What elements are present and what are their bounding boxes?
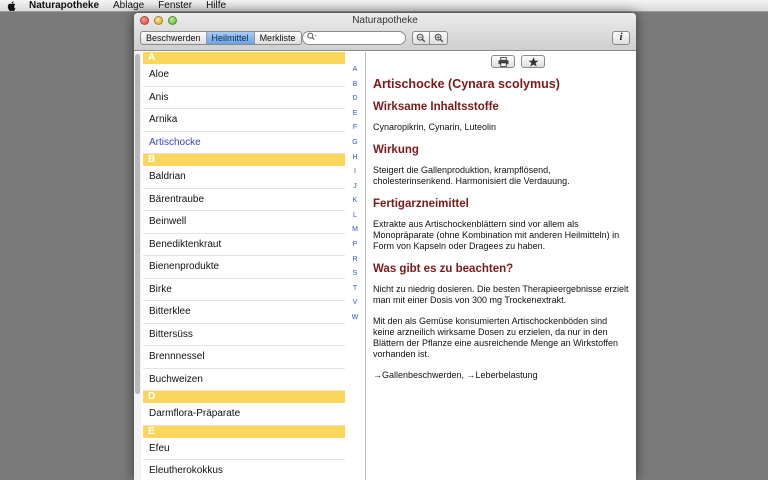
list-item[interactable]: Brennnessel [143,346,345,369]
list-item[interactable]: Bittersüss [143,324,345,346]
alphabet-index-letter[interactable]: G [349,139,361,146]
title-bar: Naturapotheke Beschwerden Heilmittel Mer… [134,13,636,51]
alphabet-index-letter[interactable]: V [349,299,361,306]
list-item[interactable]: Birke [143,279,345,301]
printer-icon [498,56,508,67]
alphabet-index-letter[interactable]: T [349,285,361,292]
alphabet-index-letter[interactable]: D [349,95,361,102]
list-scrollbar-thumb[interactable] [135,54,140,394]
list-item[interactable]: Benediktenkraut [143,234,345,256]
alphabet-index-letter[interactable]: K [349,197,361,204]
alphabet-index-letter[interactable]: L [349,212,361,219]
section-heading-inhaltsstoffe: Wirksame Inhaltsstoffe [373,101,499,113]
list-item[interactable]: Baldrian [143,166,345,189]
list-item[interactable]: Aloe [143,64,345,87]
alphabet-index-letter[interactable]: H [349,154,361,161]
alphabet-index-letter[interactable]: B [349,81,361,88]
list-item[interactable]: Eleutherokokkus [143,460,345,480]
list-item[interactable]: Beinwell [143,211,345,234]
alphabet-index-letter[interactable]: J [349,183,361,190]
section-header: D [143,391,345,403]
alphabet-index-letter[interactable]: A [349,66,361,73]
detail-content: Artischocke (Cynara scolymus) Wirksame I… [373,76,629,389]
list-item[interactable]: Bitterklee [143,301,345,324]
list-item[interactable]: Anis [143,87,345,109]
list-item[interactable]: Bärentraube [143,189,345,211]
menu-bar: Naturapotheke Ablage Fenster Hilfe [0,0,768,12]
list-item[interactable]: Darmflora-Präparate [143,403,345,426]
remedy-title: Artischocke (Cynara scolymus) [373,77,560,91]
app-window: Naturapotheke Beschwerden Heilmittel Mer… [134,13,636,480]
menu-app-name[interactable]: Naturapotheke [22,0,106,12]
remedy-list-panel: A Aloe Anis Arnika Artischocke B Baldrian Bären… [134,52,366,480]
remedy-list: A Aloe Anis Arnika Artischocke B Baldrian Bären… [143,52,345,480]
list-item[interactable]: Efeu [143,438,345,460]
section-header: B [143,154,345,166]
related-links[interactable]: →Gallenbeschwerden, →Leberbelastung [373,370,629,381]
section-header: E [143,425,345,438]
search-input[interactable] [319,33,399,43]
info-button[interactable]: i [612,31,630,45]
zoom-in-button[interactable] [430,31,448,45]
print-button[interactable] [491,55,515,68]
segment-beschwerden[interactable]: Beschwerden [141,32,207,44]
menu-fenster[interactable]: Fenster [151,0,199,12]
zoom-in-icon [434,33,443,43]
zoom-out-icon [416,33,426,43]
list-item[interactable]: Buchweizen [143,369,345,391]
alphabet-index-letter[interactable]: R [349,256,361,263]
alphabet-index-letter[interactable]: E [349,110,361,117]
list-item[interactable]: Arnika [143,109,345,132]
alphabet-index-letter[interactable]: W [349,314,361,321]
menu-hilfe[interactable]: Hilfe [199,0,233,12]
section-text-beachten-1: Nicht zu niedrig dosieren. Die besten Th… [373,284,629,305]
section-heading-wirkung: Wirkung [373,144,419,156]
section-heading-beachten: Was gibt es zu beachten? [373,263,514,275]
star-icon [528,56,538,67]
section-text-beachten-2: Mit den als Gemüse konsumierten Artischo… [373,316,618,359]
alphabet-index-letter[interactable]: S [349,270,361,277]
section-text-inhaltsstoffe: Cynaropikrin, Cynarin, Luteolin [373,122,497,132]
search-icon [307,32,317,44]
section-heading-fertigarzneimittel: Fertigarzneimittel [373,198,469,210]
alphabet-index-letter[interactable]: M [349,226,361,233]
alphabet-index-letter[interactable]: I [349,168,361,175]
window-title: Naturapotheke [352,15,418,26]
section-header: A [143,52,345,64]
segment-merkliste[interactable]: Merkliste [255,32,301,44]
segment-heilmittel[interactable]: Heilmittel [206,32,255,44]
menu-ablage[interactable]: Ablage [106,0,151,12]
list-scrollbar[interactable] [134,52,141,480]
detail-panel: Artischocke (Cynara scolymus) Wirksame I… [367,52,636,480]
alphabet-index-letter[interactable]: F [349,124,361,131]
list-item[interactable]: Artischocke [143,132,345,154]
alphabet-index-letter[interactable]: P [349,241,361,248]
zoom-out-button[interactable] [412,31,430,45]
section-text-fertigarzneimittel: Extrakte aus Artischockenblättern sind v… [373,219,620,251]
view-segmented-control: Beschwerden Heilmittel Merkliste [140,31,302,45]
bookmark-button[interactable] [521,55,545,68]
apple-menu-icon[interactable] [0,0,22,11]
section-text-wirkung: Steigert die Gallenproduktion, krampflös… [373,165,570,186]
search-field[interactable] [302,31,406,45]
list-item[interactable]: Bienenprodukte [143,256,345,279]
